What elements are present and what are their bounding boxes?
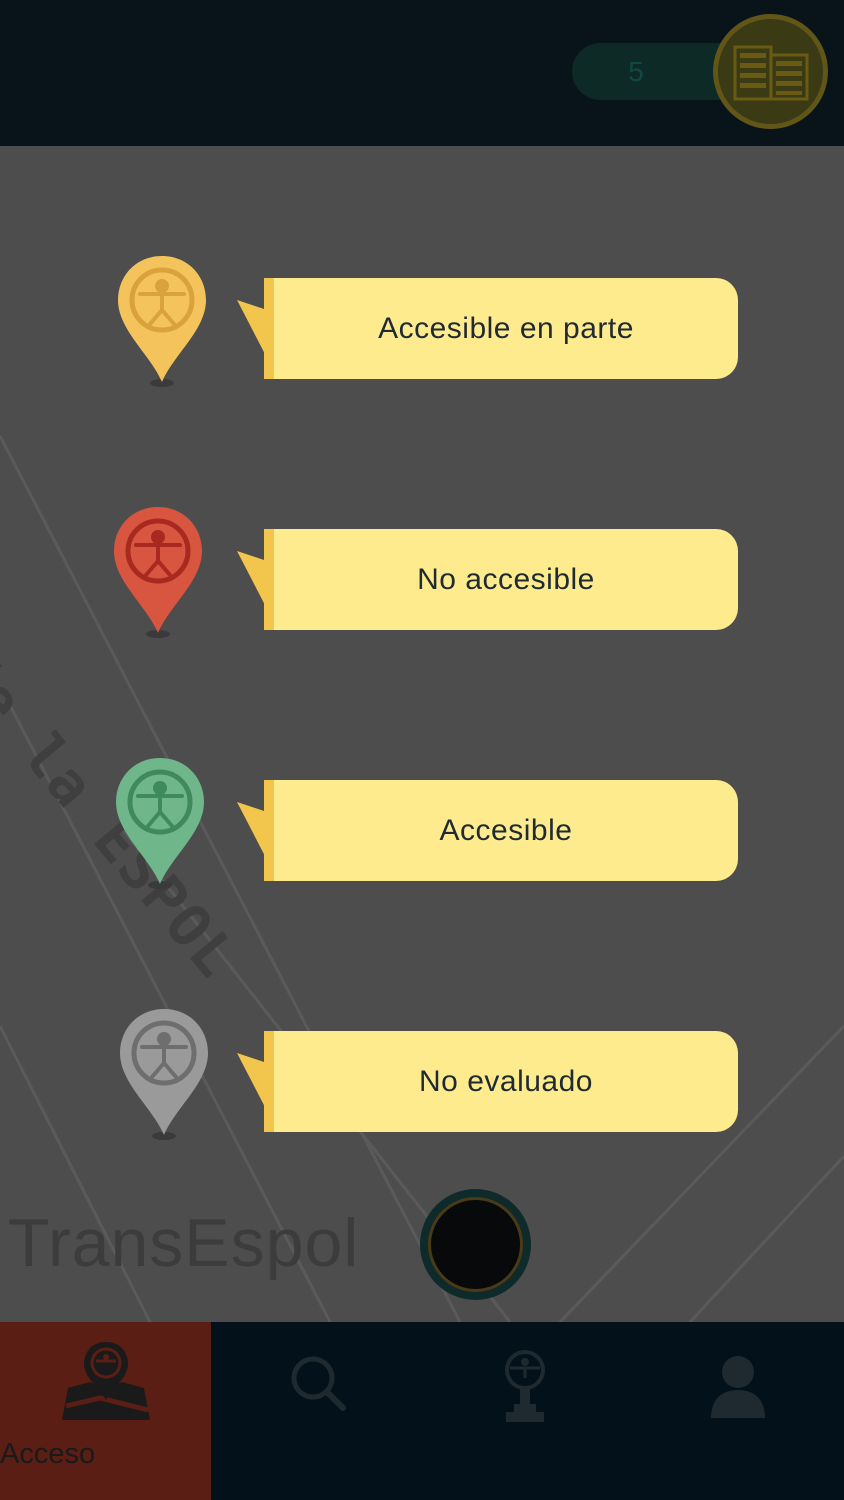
building-counter-value: 5 [628,56,644,87]
top-bar: 5 [0,0,844,146]
accessibility-pin-icon [118,256,206,387]
trophy-icon [505,1350,545,1422]
building-icon [733,45,809,101]
accessibility-pin-icon [114,507,202,638]
nav-tab-profile[interactable] [633,1322,844,1500]
bubble-tail [237,300,267,358]
legend-item-partial: Accesible en parte [0,250,844,387]
bubble-tail [237,1053,267,1111]
bubble-tail [237,551,267,609]
nav-tab-ranking[interactable] [422,1322,633,1500]
legend-item-not-accessible: No accesible [0,501,844,638]
buildings-button[interactable] [713,14,828,129]
legend-label: No evaluado [264,1031,738,1132]
legend-item-accessible: Accesible [0,752,844,889]
bottom-nav: Acceso [0,1322,844,1500]
nav-label-acceso: Acceso [0,1438,96,1470]
legend-label: No accesible [264,529,738,630]
accessibility-pin-icon [120,1009,208,1140]
map-place-label: TransEspol [8,1205,360,1281]
user-icon [711,1356,765,1418]
bubble-tail [237,802,267,860]
nav-tab-search[interactable] [211,1322,422,1500]
search-icon [291,1356,346,1411]
map-accessibility-icon [62,1342,150,1420]
accessibility-pin-icon [116,758,204,889]
legend-label: Accesible [264,780,738,881]
fab-inner-ring [428,1197,523,1292]
nav-tab-acceso[interactable]: Acceso [0,1322,211,1500]
legend-item-not-evaluated: No evaluado [0,1003,844,1140]
legend-label: Accesible en parte [264,278,738,379]
center-location-button[interactable] [420,1189,531,1300]
